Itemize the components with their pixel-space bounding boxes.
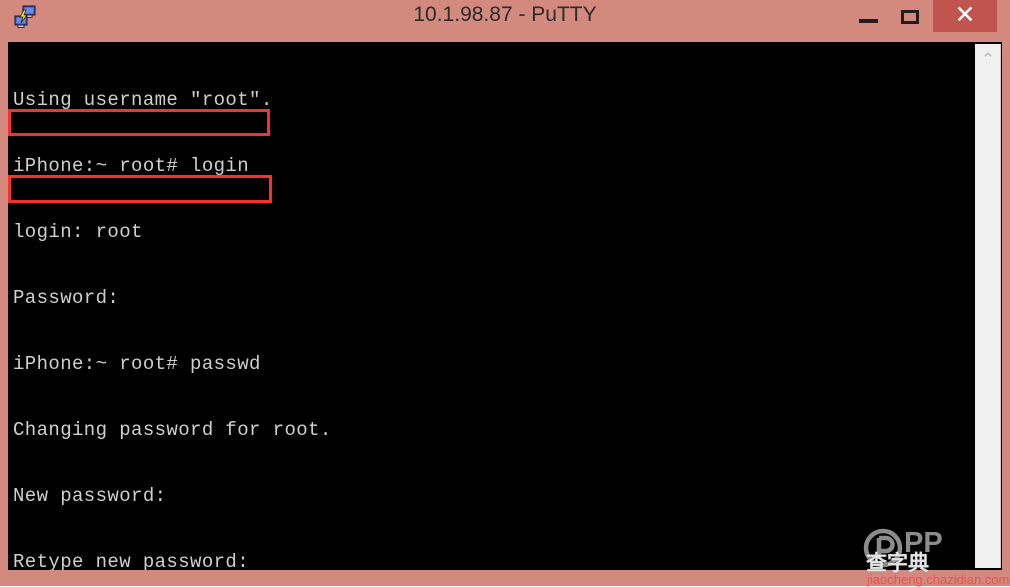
password-prompt-highlight bbox=[8, 109, 270, 136]
terminal-line: iPhone:~ root# login bbox=[13, 155, 250, 177]
maximize-button[interactable] bbox=[896, 0, 928, 32]
putty-window: 10.1.98.87 - PuTTY ✕ Using username "roo… bbox=[0, 0, 1010, 587]
terminal-line: login: root bbox=[13, 221, 143, 243]
scrollbar-track[interactable]: ⌃ bbox=[975, 44, 1001, 568]
scroll-up-icon[interactable]: ⌃ bbox=[975, 50, 1001, 70]
close-button[interactable]: ✕ bbox=[933, 0, 997, 32]
terminal-line: Changing password for root. bbox=[13, 419, 332, 441]
close-icon: ✕ bbox=[954, 1, 976, 29]
title-bar[interactable]: 10.1.98.87 - PuTTY ✕ bbox=[0, 0, 1010, 33]
minimize-button[interactable] bbox=[852, 0, 888, 32]
minimize-icon bbox=[859, 19, 878, 23]
watermark-url: jiaocheng.chazidian.com bbox=[867, 572, 1010, 587]
terminal-line-password-prompt: Password: bbox=[13, 287, 120, 309]
maximize-icon bbox=[901, 10, 919, 24]
terminal-scrollbar[interactable]: ⌃ bbox=[967, 42, 1002, 570]
terminal-line: Using username "root". bbox=[13, 89, 273, 111]
terminal-line: iPhone:~ root# passwd bbox=[13, 353, 261, 375]
terminal-line: Retype new password: bbox=[13, 551, 250, 570]
terminal-line-new-password-prompt: New password: bbox=[13, 485, 167, 507]
new-password-prompt-highlight bbox=[8, 175, 272, 203]
